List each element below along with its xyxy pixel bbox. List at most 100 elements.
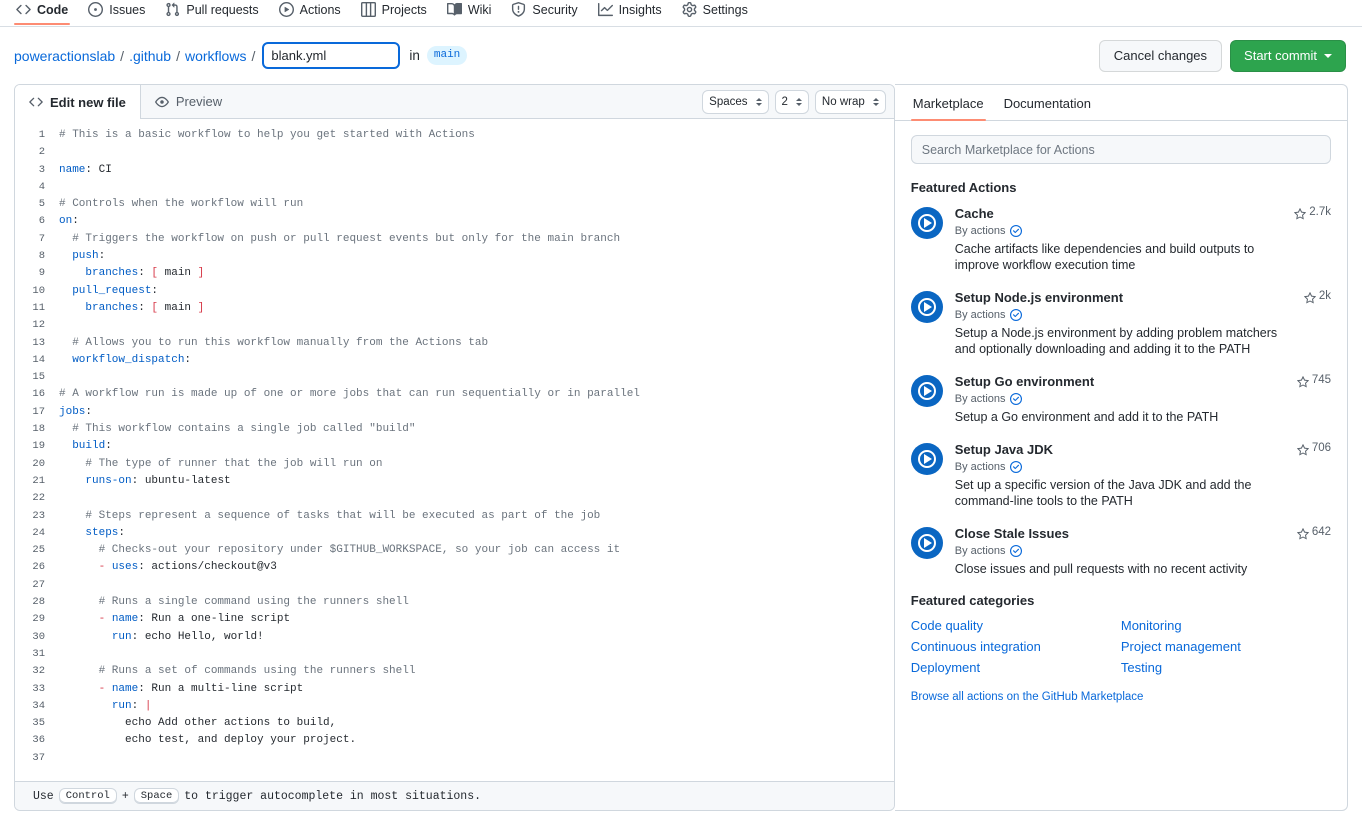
marketplace-action-play-icon [911,291,943,323]
action-name: Setup Go environment [955,373,1285,390]
featured-categories-grid: Code qualityMonitoringContinuous integra… [911,618,1331,675]
indent-mode-select[interactable]: Spaces [702,90,768,114]
line-content[interactable]: on: [59,213,894,230]
line-content[interactable]: echo test, and deploy your project. [59,732,894,749]
line-content[interactable]: - name: Run a multi-line script [59,681,894,698]
nav-item-insights[interactable]: Insights [588,0,672,24]
line-content[interactable]: # Steps represent a sequence of tasks th… [59,508,894,525]
line-content[interactable]: run: | [59,698,894,715]
category-link[interactable]: Code quality [911,618,1121,633]
tab-preview[interactable]: Preview [141,85,236,118]
code-token: # Runs a single command using the runner… [59,596,409,608]
cancel-changes-button[interactable]: Cancel changes [1099,40,1222,72]
line-content[interactable]: build: [59,438,894,455]
line-content[interactable]: # Runs a single command using the runner… [59,594,894,611]
line-content[interactable] [59,317,894,334]
featured-action-item[interactable]: Setup Go environmentBy actionsSetup a Go… [911,373,1331,425]
code-token [105,561,112,573]
line-content[interactable] [59,490,894,507]
featured-action-item[interactable]: Setup Node.js environmentBy actionsSetup… [911,289,1331,357]
code-token: name [59,164,85,176]
code-line: 6on: [15,213,894,230]
category-link[interactable]: Testing [1121,660,1331,675]
breadcrumb-folder-github[interactable]: .github [129,48,171,64]
line-content[interactable]: name: CI [59,162,894,179]
action-star-count: 745 [1297,373,1331,425]
category-link[interactable]: Deployment [911,660,1121,675]
line-content[interactable]: # Allows you to run this workflow manual… [59,335,894,352]
table-icon [361,2,376,17]
category-link[interactable]: Project management [1121,639,1331,654]
line-content[interactable] [59,750,894,767]
breadcrumb-folder-workflows[interactable]: workflows [185,48,246,64]
tab-documentation[interactable]: Documentation [994,96,1101,120]
line-content[interactable] [59,646,894,663]
start-commit-button[interactable]: Start commit [1230,40,1346,72]
category-link[interactable]: Monitoring [1121,618,1331,633]
line-content[interactable]: pull_request: [59,283,894,300]
code-line: 8 push: [15,248,894,265]
publisher-label: By actions [955,307,1006,323]
nav-item-pull-requests[interactable]: Pull requests [155,0,268,24]
publisher-label: By actions [955,459,1006,475]
code-line: 16# A workflow run is made up of one or … [15,386,894,403]
nav-item-issues[interactable]: Issues [78,0,155,24]
wrap-mode-select[interactable]: No wrap [815,90,886,114]
line-content[interactable] [59,577,894,594]
code-line: 17jobs: [15,404,894,421]
tab-marketplace[interactable]: Marketplace [903,96,994,120]
nav-item-code[interactable]: Code [6,0,78,24]
action-name: Cache [955,205,1283,222]
nav-label: Issues [109,3,145,17]
line-content[interactable]: # This workflow contains a single job ca… [59,421,894,438]
featured-action-item[interactable]: Close Stale IssuesBy actionsClose issues… [911,525,1331,577]
line-content[interactable]: - uses: actions/checkout@v3 [59,559,894,576]
marketplace-search-input[interactable] [911,135,1331,164]
nav-item-actions[interactable]: Actions [269,0,351,24]
line-content[interactable]: branches: [ main ] [59,300,894,317]
line-content[interactable]: # The type of runner that the job will r… [59,456,894,473]
code-line: 13 # Allows you to run this workflow man… [15,335,894,352]
category-link[interactable]: Continuous integration [911,639,1121,654]
nav-item-security[interactable]: Security [501,0,587,24]
line-content[interactable]: runs-on: ubuntu-latest [59,473,894,490]
line-number: 14 [15,352,59,369]
line-content[interactable]: # This is a basic workflow to help you g… [59,127,894,144]
line-number: 29 [15,611,59,628]
browse-marketplace-link[interactable]: Browse all actions on the GitHub Marketp… [911,691,1144,703]
line-content[interactable]: run: echo Hello, world! [59,629,894,646]
line-content[interactable]: push: [59,248,894,265]
indent-size-select[interactable]: 2 [775,90,809,114]
line-number: 25 [15,542,59,559]
line-content[interactable]: # Triggers the workflow on push or pull … [59,231,894,248]
graph-icon [598,2,613,17]
line-content[interactable] [59,179,894,196]
featured-action-item[interactable]: Setup Java JDKBy actionsSet up a specifi… [911,441,1331,509]
line-content[interactable] [59,369,894,386]
publisher-label: By actions [955,223,1006,239]
code-token: uses [112,561,138,573]
line-content[interactable]: jobs: [59,404,894,421]
code-token: : [85,406,92,418]
key-space: Space [134,788,180,804]
code-token: : CI [85,164,111,176]
code-line: 28 # Runs a single command using the run… [15,594,894,611]
nav-item-settings[interactable]: Settings [672,0,758,24]
nav-item-wiki[interactable]: Wiki [437,0,502,24]
line-content[interactable]: # Controls when the workflow will run [59,196,894,213]
filename-input[interactable] [262,42,400,69]
tab-edit-new-file[interactable]: Edit new file [15,85,141,119]
line-content[interactable]: # Checks-out your repository under $GITH… [59,542,894,559]
line-content[interactable]: # Runs a set of commands using the runne… [59,663,894,680]
line-content[interactable]: workflow_dispatch: [59,352,894,369]
line-content[interactable]: steps: [59,525,894,542]
featured-action-item[interactable]: CacheBy actionsCache artifacts like depe… [911,205,1331,273]
breadcrumb-owner[interactable]: poweractionslab [14,48,115,64]
line-content[interactable]: branches: [ main ] [59,265,894,282]
line-content[interactable] [59,144,894,161]
line-content[interactable]: echo Add other actions to build, [59,715,894,732]
code-editor-area[interactable]: 1# This is a basic workflow to help you … [15,119,894,781]
nav-item-projects[interactable]: Projects [351,0,437,24]
line-content[interactable]: # A workflow run is made up of one or mo… [59,386,894,403]
line-content[interactable]: - name: Run a one-line script [59,611,894,628]
